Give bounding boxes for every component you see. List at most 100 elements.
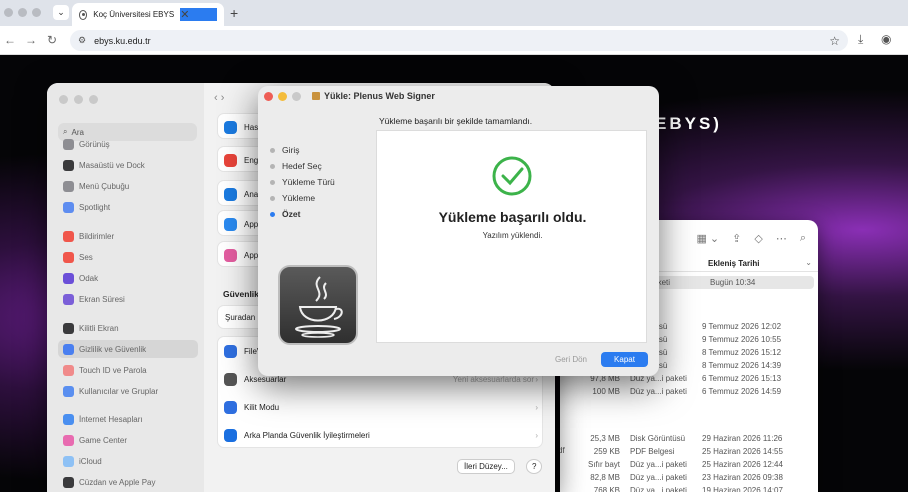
advanced-button[interactable]: İleri Düzey... <box>457 459 515 474</box>
browser-tab[interactable]: Koç Üniversitesi EBYS ✕ <box>72 3 224 26</box>
file-row[interactable]: 100 MB Düz ya...i paketi 6 Temmuz 2026 14:… <box>560 385 818 398</box>
file-size: Sıfır bayt <box>587 460 620 469</box>
sidebar-item[interactable]: Touch ID ve Parola <box>58 361 198 379</box>
sidebar-item[interactable]: İnternet Hesapları <box>58 410 198 428</box>
sidebar-item-icon <box>63 230 74 242</box>
tag-icon[interactable]: ◇ <box>754 232 762 245</box>
sidebar-item-icon <box>63 251 74 263</box>
file-row[interactable]: 768 KB Düz ya...i paketi 19 Haziran 2026 1… <box>560 484 818 492</box>
security-row[interactable]: Arka Planda Güvenlik İyileştirmeleri › <box>218 422 544 448</box>
sidebar-item[interactable]: Kilitli Ekran <box>58 319 198 337</box>
security-row-icon <box>224 372 237 386</box>
security-row-icon <box>224 400 237 414</box>
completion-message: Yükleme başarılı bir şekilde tamamlandı. <box>379 116 533 126</box>
dialog-close-dot[interactable] <box>264 92 273 101</box>
sidebar-item[interactable]: Cüzdan ve Apple Pay <box>58 473 198 491</box>
sidebar-item-icon <box>63 293 74 305</box>
file-date: Bugün 10:34 <box>710 278 756 287</box>
installer-step: Yükleme <box>270 190 335 206</box>
installer-step: Hedef Seç <box>270 158 335 174</box>
window-close-dot[interactable] <box>4 8 13 17</box>
date-added-column-header[interactable]: Ekleniş Tarihi <box>708 259 759 268</box>
settings-sidebar: ⌕ Ara Görünüş Masaüstü ve Dock Menü Çubuğu… <box>47 83 204 492</box>
sidebar-item-label: Kilitli Ekran <box>79 323 119 333</box>
back-button[interactable]: Geri Dön <box>546 352 596 367</box>
forward-arrow-icon[interactable]: → <box>25 33 37 47</box>
sidebar-item-icon <box>63 343 74 355</box>
sidebar-item[interactable]: Odak <box>58 269 198 287</box>
sidebar-item[interactable]: Görünüş <box>58 135 198 153</box>
view-options-icon[interactable]: ▦ ⌄ <box>696 232 719 245</box>
sidebar-item[interactable]: Ekran Süresi <box>58 290 198 308</box>
settings-row-icon <box>224 187 237 201</box>
sidebar-item[interactable]: Game Center <box>58 431 198 449</box>
file-kind: Düz ya...i paketi <box>630 460 687 469</box>
sidebar-item[interactable]: Spotlight <box>58 198 198 216</box>
nav-arrows-icon[interactable]: ‹ › <box>214 92 224 104</box>
sidebar-item-label: Game Center <box>79 435 128 445</box>
sidebar-item-label: Odak <box>79 273 99 283</box>
sidebar-item[interactable]: iCloud <box>58 452 198 470</box>
window-minimize-dot[interactable] <box>18 8 27 17</box>
sidebar-item-icon <box>63 385 74 397</box>
sidebar-item-icon <box>63 476 74 488</box>
back-arrow-icon[interactable]: ← <box>4 33 16 47</box>
file-row[interactable]: 259 KB PDF Belgesi 25 Haziran 2026 14:55 <box>560 445 818 458</box>
sidebar-item-icon <box>63 455 74 467</box>
sidebar-item[interactable]: Gizlilik ve Güvenlik <box>58 340 198 358</box>
file-kind: Düz ya...i paketi <box>630 486 687 492</box>
omnibox[interactable]: ⚙ ebys.ku.edu.tr ☆ <box>70 30 848 51</box>
sidebar-item[interactable]: Masaüstü ve Dock <box>58 156 198 174</box>
file-date: 25 Haziran 2026 14:55 <box>702 447 783 456</box>
sidebar-item[interactable]: Kullanıcılar ve Gruplar <box>58 382 198 400</box>
settings-minimize-dot[interactable] <box>74 95 83 104</box>
url-text[interactable]: ebys.ku.edu.tr <box>94 36 821 46</box>
sidebar-item-label: Ses <box>79 252 93 262</box>
help-button[interactable]: ? <box>526 459 543 474</box>
sidebar-item-label: Masaüstü ve Dock <box>79 160 145 170</box>
tab-close-icon[interactable]: ✕ <box>180 8 217 21</box>
site-info-icon[interactable]: ⚙ <box>78 35 86 46</box>
more-icon[interactable]: ⋯ <box>776 232 787 245</box>
file-row[interactable]: Sıfır bayt Düz ya...i paketi 25 Haziran 20… <box>560 458 818 471</box>
dialog-minimize-dot[interactable] <box>278 92 287 101</box>
close-button[interactable]: Kapat <box>601 352 648 367</box>
search-icon[interactable]: ⌕ <box>800 232 806 245</box>
settings-close-dot[interactable] <box>59 95 68 104</box>
settings-zoom-dot[interactable] <box>89 95 98 104</box>
bookmark-star-icon[interactable]: ☆ <box>829 34 840 48</box>
settings-row-icon <box>224 217 237 231</box>
sidebar-item[interactable]: Bildirimler <box>58 227 198 245</box>
file-date: 8 Temmuz 2026 15:12 <box>702 348 782 357</box>
settings-row-label: Eng <box>244 155 259 165</box>
settings-row-icon <box>224 248 237 262</box>
window-zoom-dot[interactable] <box>32 8 41 17</box>
profile-icon[interactable]: ◉ <box>881 32 891 46</box>
installer-dialog: Yükle: Plenus Web Signer Yükleme başarıl… <box>258 86 659 376</box>
sidebar-item[interactable]: Ses <box>58 248 198 266</box>
dialog-title: Yükle: Plenus Web Signer <box>312 91 435 101</box>
file-row[interactable]: 82,8 MB Düz ya...i paketi 23 Haziran 2026 … <box>560 471 818 484</box>
step-dot-icon <box>270 195 275 201</box>
chevron-down-icon[interactable]: ⌄ <box>805 258 812 267</box>
share-icon[interactable]: ⇪ <box>732 232 741 245</box>
file-date: 25 Haziran 2026 12:44 <box>702 460 783 469</box>
security-row-icon <box>224 344 237 358</box>
file-kind: Düz ya...i paketi <box>630 473 687 482</box>
dialog-zoom-dot <box>292 92 301 101</box>
success-check-icon <box>492 156 532 196</box>
installer-step: Özet <box>270 206 335 222</box>
java-logo-icon <box>278 265 358 345</box>
sidebar-item-icon <box>63 138 74 150</box>
sidebar-item[interactable]: Menü Çubuğu <box>58 177 198 195</box>
file-size: 25,3 MB <box>590 434 620 443</box>
sidebar-item-label: iCloud <box>79 456 102 466</box>
security-row[interactable]: Kilit Modu › <box>218 394 544 420</box>
file-size: 100 MB <box>592 387 620 396</box>
tab-search-chevron-icon[interactable]: ⌄ <box>53 5 69 20</box>
reload-icon[interactable]: ↻ <box>47 33 57 47</box>
new-tab-button[interactable]: + <box>230 5 238 21</box>
file-size: 768 KB <box>593 486 620 492</box>
file-row[interactable]: 25,3 MB Disk Görüntüsü 29 Haziran 2026 11:… <box>560 432 818 445</box>
download-icon[interactable]: ⤓ <box>858 32 863 47</box>
